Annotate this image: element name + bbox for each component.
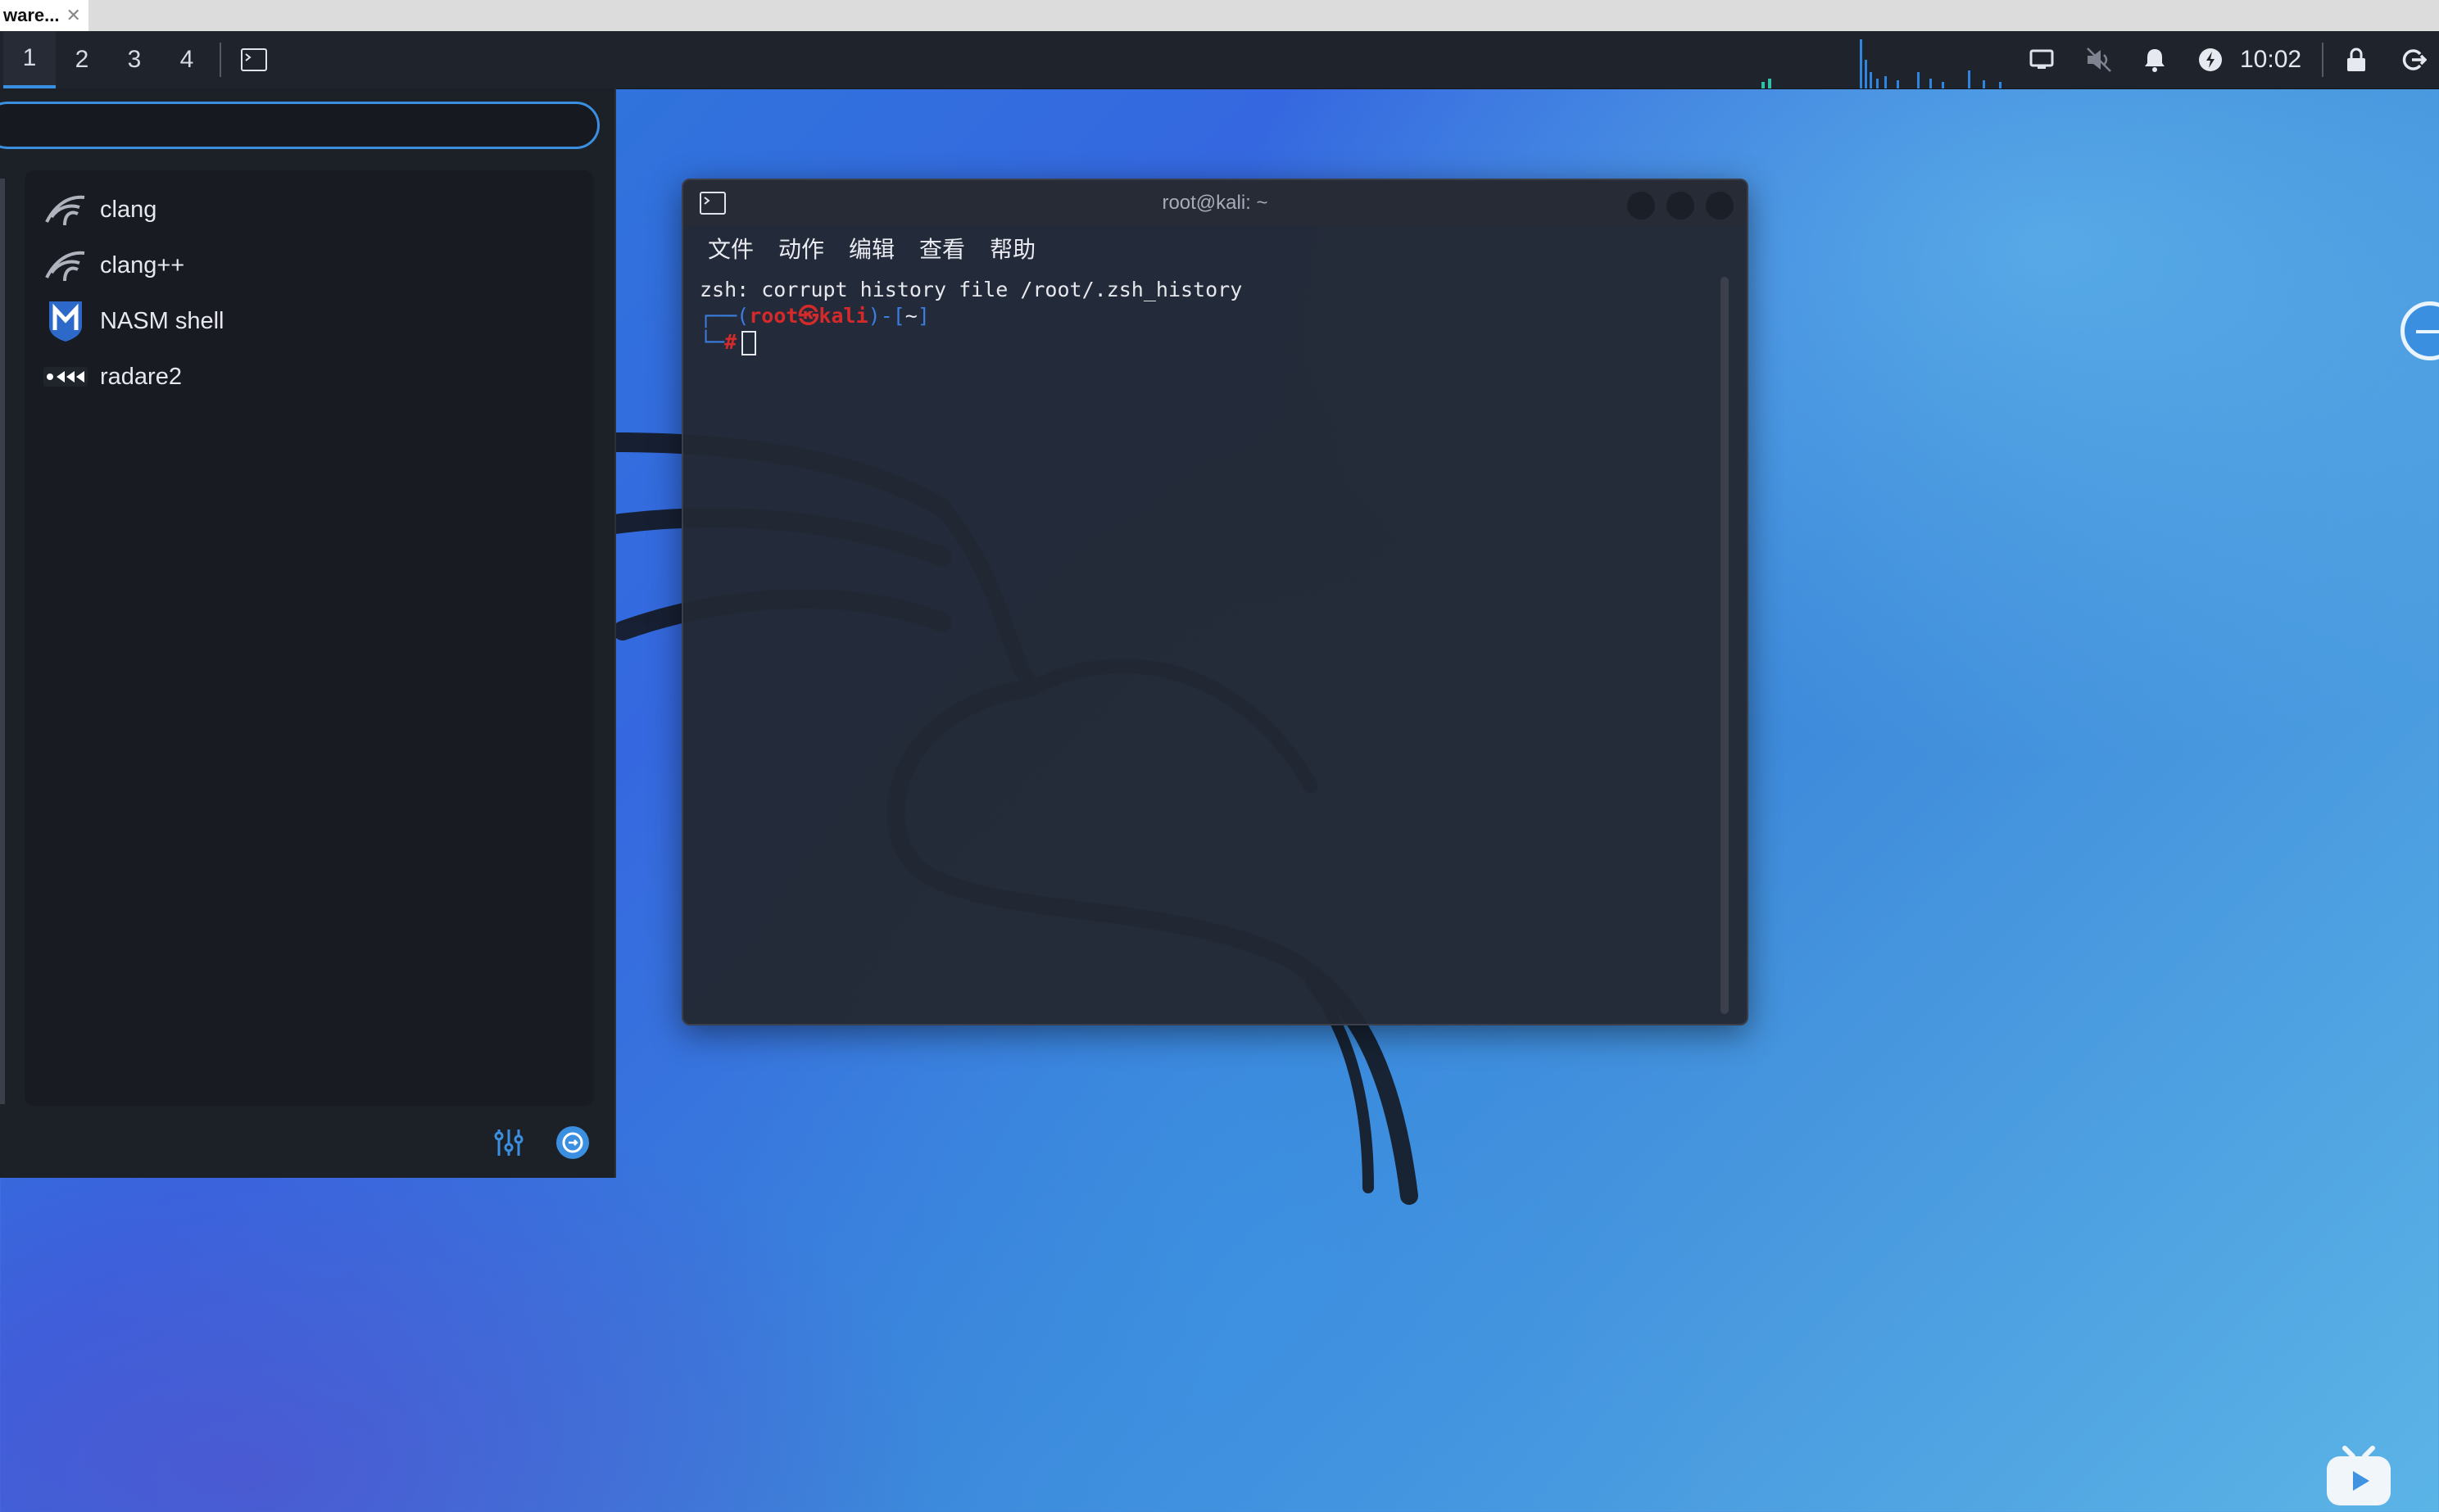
radare2-icon xyxy=(43,354,88,400)
terminal-line: zsh: corrupt history file /root/.zsh_his… xyxy=(700,278,1243,301)
workspace-4[interactable]: 4 xyxy=(161,31,213,88)
workspace-1[interactable]: 1 xyxy=(3,31,56,88)
prompt-user-host: root㉿kali xyxy=(749,304,868,328)
search-field[interactable] xyxy=(0,102,600,149)
menu-item-label: clang xyxy=(100,196,157,223)
terminal-prompt-line: ┌──(root㉿kali)-[~] xyxy=(700,304,930,328)
minimize-button[interactable] xyxy=(1627,192,1655,220)
display-icon[interactable] xyxy=(2025,31,2058,88)
terminal-scrollbar[interactable] xyxy=(1720,277,1729,1014)
bell-icon[interactable] xyxy=(2138,31,2171,88)
menu-item-clangpp[interactable]: clang++ xyxy=(43,241,575,290)
menu-item-label: NASM shell xyxy=(100,307,224,334)
browser-tab-strip: ware... ✕ xyxy=(0,0,2439,31)
terminal-window[interactable]: root@kali: ~ 文件 动作 编辑 查看 帮助 zsh: corrupt… xyxy=(682,179,1748,1025)
prompt-hash: # xyxy=(724,330,737,354)
terminal-icon[interactable] xyxy=(238,31,270,88)
maximize-button[interactable] xyxy=(1666,192,1694,220)
workspace-2[interactable]: 2 xyxy=(56,31,108,88)
metasploit-icon xyxy=(43,298,88,344)
menu-view[interactable]: 查看 xyxy=(919,232,965,265)
menu-item-radare2[interactable]: radare2 xyxy=(43,352,575,401)
text-cursor xyxy=(741,331,757,355)
cpu-graph xyxy=(1761,39,2002,88)
settings-sliders-icon[interactable] xyxy=(488,1122,529,1163)
close-button[interactable] xyxy=(1706,192,1734,220)
menu-file[interactable]: 文件 xyxy=(708,232,754,265)
volume-muted-icon[interactable] xyxy=(2081,31,2117,88)
close-icon[interactable]: ✕ xyxy=(66,5,80,26)
logout-circle-icon[interactable] xyxy=(552,1122,593,1163)
search-input[interactable] xyxy=(0,104,597,147)
terminal-output[interactable]: zsh: corrupt history file /root/.zsh_his… xyxy=(700,277,1714,1016)
menu-item-label: clang++ xyxy=(100,251,185,278)
tab-title: ware... xyxy=(3,5,60,25)
lock-icon[interactable] xyxy=(2340,31,2373,88)
power-manager-icon[interactable] xyxy=(2194,31,2227,88)
terminal-titlebar[interactable]: root@kali: ~ xyxy=(683,180,1747,226)
terminal-input-line: └─# xyxy=(700,329,1714,355)
panel-separator xyxy=(220,43,221,77)
menu-help[interactable]: 帮助 xyxy=(990,232,1036,265)
menu-item-nasm-shell[interactable]: NASM shell xyxy=(43,297,575,346)
bilibili-tv-icon xyxy=(2327,1446,2391,1505)
top-panel: 1 2 3 4 10:02 xyxy=(0,31,2439,89)
prompt-cwd: ~ xyxy=(904,304,918,328)
menu-item-label: radare2 xyxy=(100,363,182,390)
logout-icon[interactable] xyxy=(2396,31,2432,88)
panel-separator xyxy=(2322,43,2323,77)
menu-actions[interactable]: 动作 xyxy=(778,232,824,265)
application-menu: clang clang++ NASM shell radare2 xyxy=(0,88,616,1178)
terminal-title: root@kali: ~ xyxy=(1162,192,1268,214)
menu-edit[interactable]: 编辑 xyxy=(849,232,895,265)
kali-dragon-icon xyxy=(43,187,88,233)
kali-dragon-icon xyxy=(43,242,88,288)
category-scrollbar[interactable] xyxy=(0,179,5,1104)
panel-clock[interactable]: 10:02 xyxy=(2240,31,2301,88)
terminal-menubar: 文件 动作 编辑 查看 帮助 xyxy=(683,226,1747,270)
workspace-3[interactable]: 3 xyxy=(108,31,161,88)
menu-item-clang[interactable]: clang xyxy=(43,185,575,234)
browser-tab[interactable]: ware... ✕ xyxy=(0,0,88,31)
menu-app-list: clang clang++ NASM shell radare2 xyxy=(25,170,594,1106)
